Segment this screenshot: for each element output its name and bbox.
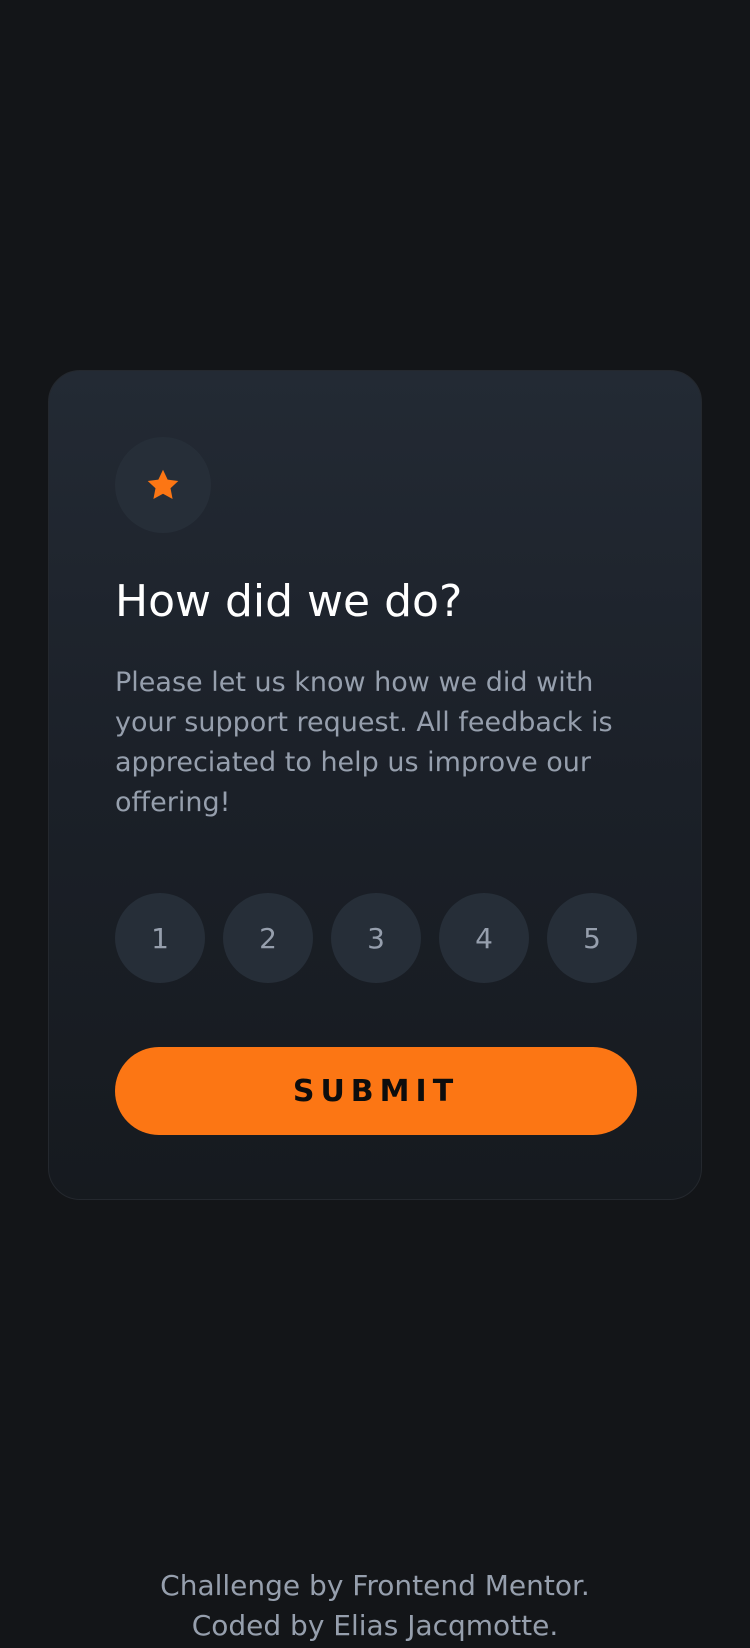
star-icon bbox=[147, 469, 179, 499]
attribution-line-1: Challenge by Frontend Mentor. bbox=[160, 1569, 590, 1602]
card-description: Please let us know how we did with your … bbox=[115, 667, 613, 818]
attribution-line-2: Coded by Elias Jacqmotte. bbox=[191, 1609, 559, 1642]
attribution: Challenge by Frontend Mentor. Coded by E… bbox=[0, 1566, 750, 1646]
rating-1-button[interactable]: 1 bbox=[115, 893, 205, 983]
star-badge bbox=[115, 437, 211, 533]
rating-options: 1 2 3 4 5 bbox=[115, 893, 637, 983]
submit-button[interactable]: SUBMIT bbox=[115, 1047, 637, 1135]
rating-2-button[interactable]: 2 bbox=[223, 893, 313, 983]
rating-4-button[interactable]: 4 bbox=[439, 893, 529, 983]
card-title: How did we do? bbox=[115, 576, 463, 627]
rating-card: How did we do? Please let us know how we… bbox=[48, 370, 702, 1200]
rating-3-button[interactable]: 3 bbox=[331, 893, 421, 983]
page: How did we do? Please let us know how we… bbox=[0, 0, 750, 1648]
rating-5-button[interactable]: 5 bbox=[547, 893, 637, 983]
